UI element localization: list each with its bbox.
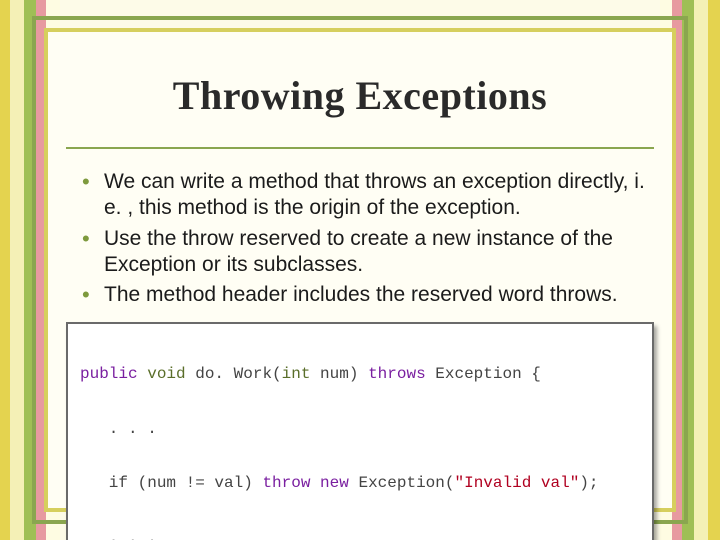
bullet-text-pre: The method header includes the reserved … (104, 283, 550, 306)
code-token: Exception { (426, 365, 541, 383)
keyword-throws: throws (550, 283, 612, 306)
code-line: if (num != val) throw new Exception("Inv… (80, 470, 640, 497)
code-token: num) (310, 365, 368, 383)
bullet-text: We can write a method that throws an exc… (104, 170, 645, 219)
code-token: public (80, 365, 138, 383)
slide-title: Throwing Exceptions (60, 72, 660, 119)
code-line: . . . (80, 416, 640, 443)
bullet-item: The method header includes the reserved … (82, 282, 652, 308)
keyword-throw: throw (182, 227, 233, 250)
code-line: public void do. Work(int num) throws Exc… (80, 361, 640, 388)
code-token: void (147, 365, 185, 383)
title-underline (66, 147, 654, 149)
bullet-text-post: . (612, 283, 618, 306)
bullet-item: Use the throw reserved to create a new i… (82, 226, 652, 279)
code-token: if (num != val) (80, 474, 262, 492)
code-example: public void do. Work(int num) throws Exc… (66, 322, 654, 540)
bullet-text-pre: Use the (104, 227, 182, 250)
slide-content: Throwing Exceptions We can write a metho… (54, 36, 666, 504)
code-token: throw new (262, 474, 348, 492)
code-token: ); (579, 474, 598, 492)
bullet-list: We can write a method that throws an exc… (60, 169, 660, 308)
bullet-item: We can write a method that throws an exc… (82, 169, 652, 222)
code-token: int (282, 365, 311, 383)
code-token: throws (368, 365, 426, 383)
code-line: . . . (80, 525, 640, 540)
code-token: do. Work( (186, 365, 282, 383)
code-token: Exception( (349, 474, 455, 492)
code-token: "Invalid val" (454, 474, 579, 492)
